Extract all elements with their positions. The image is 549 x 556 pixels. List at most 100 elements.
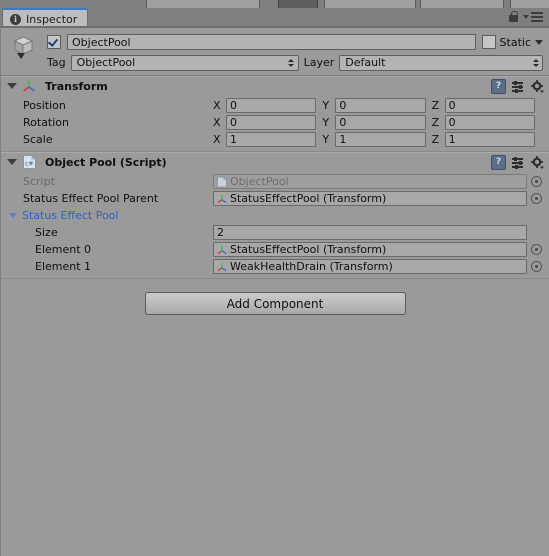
transform-position-row: Position X 0 Y 0 Z 0: [1, 97, 549, 114]
array-size-row: Size 2: [1, 224, 549, 241]
add-component-area: Add Component: [1, 279, 549, 315]
layer-label: Layer: [303, 56, 335, 69]
component-object-pool-title: Object Pool (Script): [45, 155, 167, 169]
gameobject-name-row: ObjectPool Static: [47, 33, 543, 51]
gameobject-enabled-checkbox[interactable]: [47, 35, 61, 49]
transform-rotation-row: Rotation X 0 Y 0 Z 0: [1, 114, 549, 131]
scale-z-input[interactable]: 1: [444, 132, 535, 147]
transform-axis-icon: [217, 262, 227, 272]
tag-dropdown[interactable]: ObjectPool: [70, 54, 299, 71]
rotation-y-input[interactable]: 0: [335, 115, 426, 130]
script-value: ObjectPool: [230, 175, 289, 188]
help-icon[interactable]: ?: [491, 155, 506, 170]
object-picker-icon[interactable]: [531, 193, 542, 204]
rotation-vector: X 0 Y 0 Z 0: [213, 115, 549, 130]
preset-icon[interactable]: [512, 156, 525, 169]
component-transform: Transform ? Position X 0 Y 0 Z 0 Rotatio…: [1, 76, 549, 152]
rotation-z-input[interactable]: 0: [444, 115, 535, 130]
inspector-window: i Inspector ObjectPool Static Tag Object…: [0, 0, 549, 556]
component-object-pool-body: Script ObjectPool Status Effect Pool Par…: [1, 171, 549, 278]
inspector-panel: ObjectPool Static Tag ObjectPool Layer D…: [0, 29, 549, 556]
array-size-input[interactable]: 2: [213, 225, 527, 240]
status-effect-pool-label: Status Effect Pool: [22, 209, 119, 222]
element-1-value: WeakHealthDrain (Transform): [230, 260, 393, 273]
gear-icon[interactable]: [531, 156, 544, 169]
script-label: Script: [23, 175, 55, 188]
transform-axis-icon: [217, 245, 227, 255]
foldout-arrow-icon[interactable]: [7, 83, 17, 89]
object-picker-icon[interactable]: [531, 244, 542, 255]
gameobject-cube-icon[interactable]: [11, 34, 37, 60]
tab-inspector[interactable]: i Inspector: [2, 8, 89, 28]
preset-icon[interactable]: [512, 80, 525, 93]
element-1-field[interactable]: WeakHealthDrain (Transform): [213, 259, 527, 274]
object-picker-icon[interactable]: [531, 176, 542, 187]
array-element-row: Element 0 StatusEffectPool (Transform): [1, 241, 549, 258]
rotation-x-input[interactable]: 0: [226, 115, 317, 130]
chevron-down-icon[interactable]: [535, 39, 543, 45]
toolbar-strip: [0, 0, 549, 10]
element-1-label: Element 1: [35, 260, 92, 273]
svg-text:c#: c#: [25, 161, 33, 168]
script-object-field: ObjectPool: [213, 174, 527, 189]
axis-label-z: Z: [431, 99, 440, 112]
object-picker-icon[interactable]: [531, 261, 542, 272]
component-transform-title: Transform: [45, 79, 108, 93]
position-vector: X 0 Y 0 Z 0: [213, 98, 549, 113]
status-effect-pool-parent-label: Status Effect Pool Parent: [23, 192, 159, 205]
gameobject-header: ObjectPool Static Tag ObjectPool Layer D…: [1, 29, 549, 76]
add-component-button[interactable]: Add Component: [144, 292, 406, 315]
axis-label-y: Y: [322, 99, 330, 112]
tag-layer-row: Tag ObjectPool Layer Default: [47, 54, 543, 71]
axis-label-x: X: [213, 133, 221, 146]
status-effect-pool-foldout[interactable]: Status Effect Pool: [1, 207, 549, 224]
axis-label-y: Y: [322, 116, 330, 129]
element-0-label: Element 0: [35, 243, 92, 256]
status-effect-pool-parent-row: Status Effect Pool Parent StatusEffectPo…: [1, 190, 549, 207]
transform-axis-icon: [22, 79, 36, 93]
script-row: Script ObjectPool: [1, 173, 549, 190]
status-effect-pool-parent-field[interactable]: StatusEffectPool (Transform): [213, 191, 527, 206]
tab-inspector-label: Inspector: [26, 12, 78, 26]
rotation-label: Rotation: [23, 116, 70, 129]
layer-value: Default: [345, 56, 386, 69]
chevron-updown-icon: [287, 58, 296, 67]
hamburger-menu-icon[interactable]: [523, 11, 543, 22]
position-z-input[interactable]: 0: [444, 98, 535, 113]
tab-bar-controls: [509, 11, 543, 22]
gameobject-name-input[interactable]: ObjectPool: [67, 34, 476, 50]
axis-label-x: X: [213, 116, 221, 129]
tag-label: Tag: [47, 56, 66, 69]
layer-dropdown[interactable]: Default: [339, 54, 543, 71]
csharp-script-icon: [217, 176, 227, 187]
static-checkbox[interactable]: [481, 35, 496, 49]
transform-scale-row: Scale X 1 Y 1 Z 1: [1, 131, 549, 148]
component-header-icons: ?: [491, 155, 544, 170]
component-transform-body: Position X 0 Y 0 Z 0 Rotation X 0 Y 0 Z …: [1, 95, 549, 151]
position-y-input[interactable]: 0: [335, 98, 426, 113]
foldout-arrow-icon[interactable]: [7, 159, 17, 165]
tag-value: ObjectPool: [76, 56, 136, 69]
lock-icon[interactable]: [509, 11, 518, 22]
help-icon[interactable]: ?: [491, 79, 506, 94]
status-effect-pool-parent-value: StatusEffectPool (Transform): [230, 192, 387, 205]
chevron-updown-icon: [531, 58, 540, 67]
component-transform-header[interactable]: Transform ?: [1, 76, 549, 95]
tab-bar: i Inspector: [0, 8, 549, 28]
scale-x-input[interactable]: 1: [226, 132, 317, 147]
gear-icon[interactable]: [531, 80, 544, 93]
scale-y-input[interactable]: 1: [335, 132, 426, 147]
scale-label: Scale: [23, 133, 53, 146]
transform-axis-icon: [217, 194, 227, 204]
axis-label-x: X: [213, 99, 221, 112]
foldout-arrow-icon[interactable]: [9, 213, 17, 218]
component-header-icons: ?: [491, 79, 544, 94]
static-control: Static: [481, 35, 543, 49]
element-0-value: StatusEffectPool (Transform): [230, 243, 387, 256]
tab-bar-separator: [0, 26, 549, 28]
position-x-input[interactable]: 0: [226, 98, 317, 113]
component-object-pool-header[interactable]: c# Object Pool (Script) ?: [1, 152, 549, 171]
element-0-field[interactable]: StatusEffectPool (Transform): [213, 242, 527, 257]
array-element-row: Element 1 WeakHealthDrain (Transform): [1, 258, 549, 275]
static-label: Static: [499, 35, 531, 49]
